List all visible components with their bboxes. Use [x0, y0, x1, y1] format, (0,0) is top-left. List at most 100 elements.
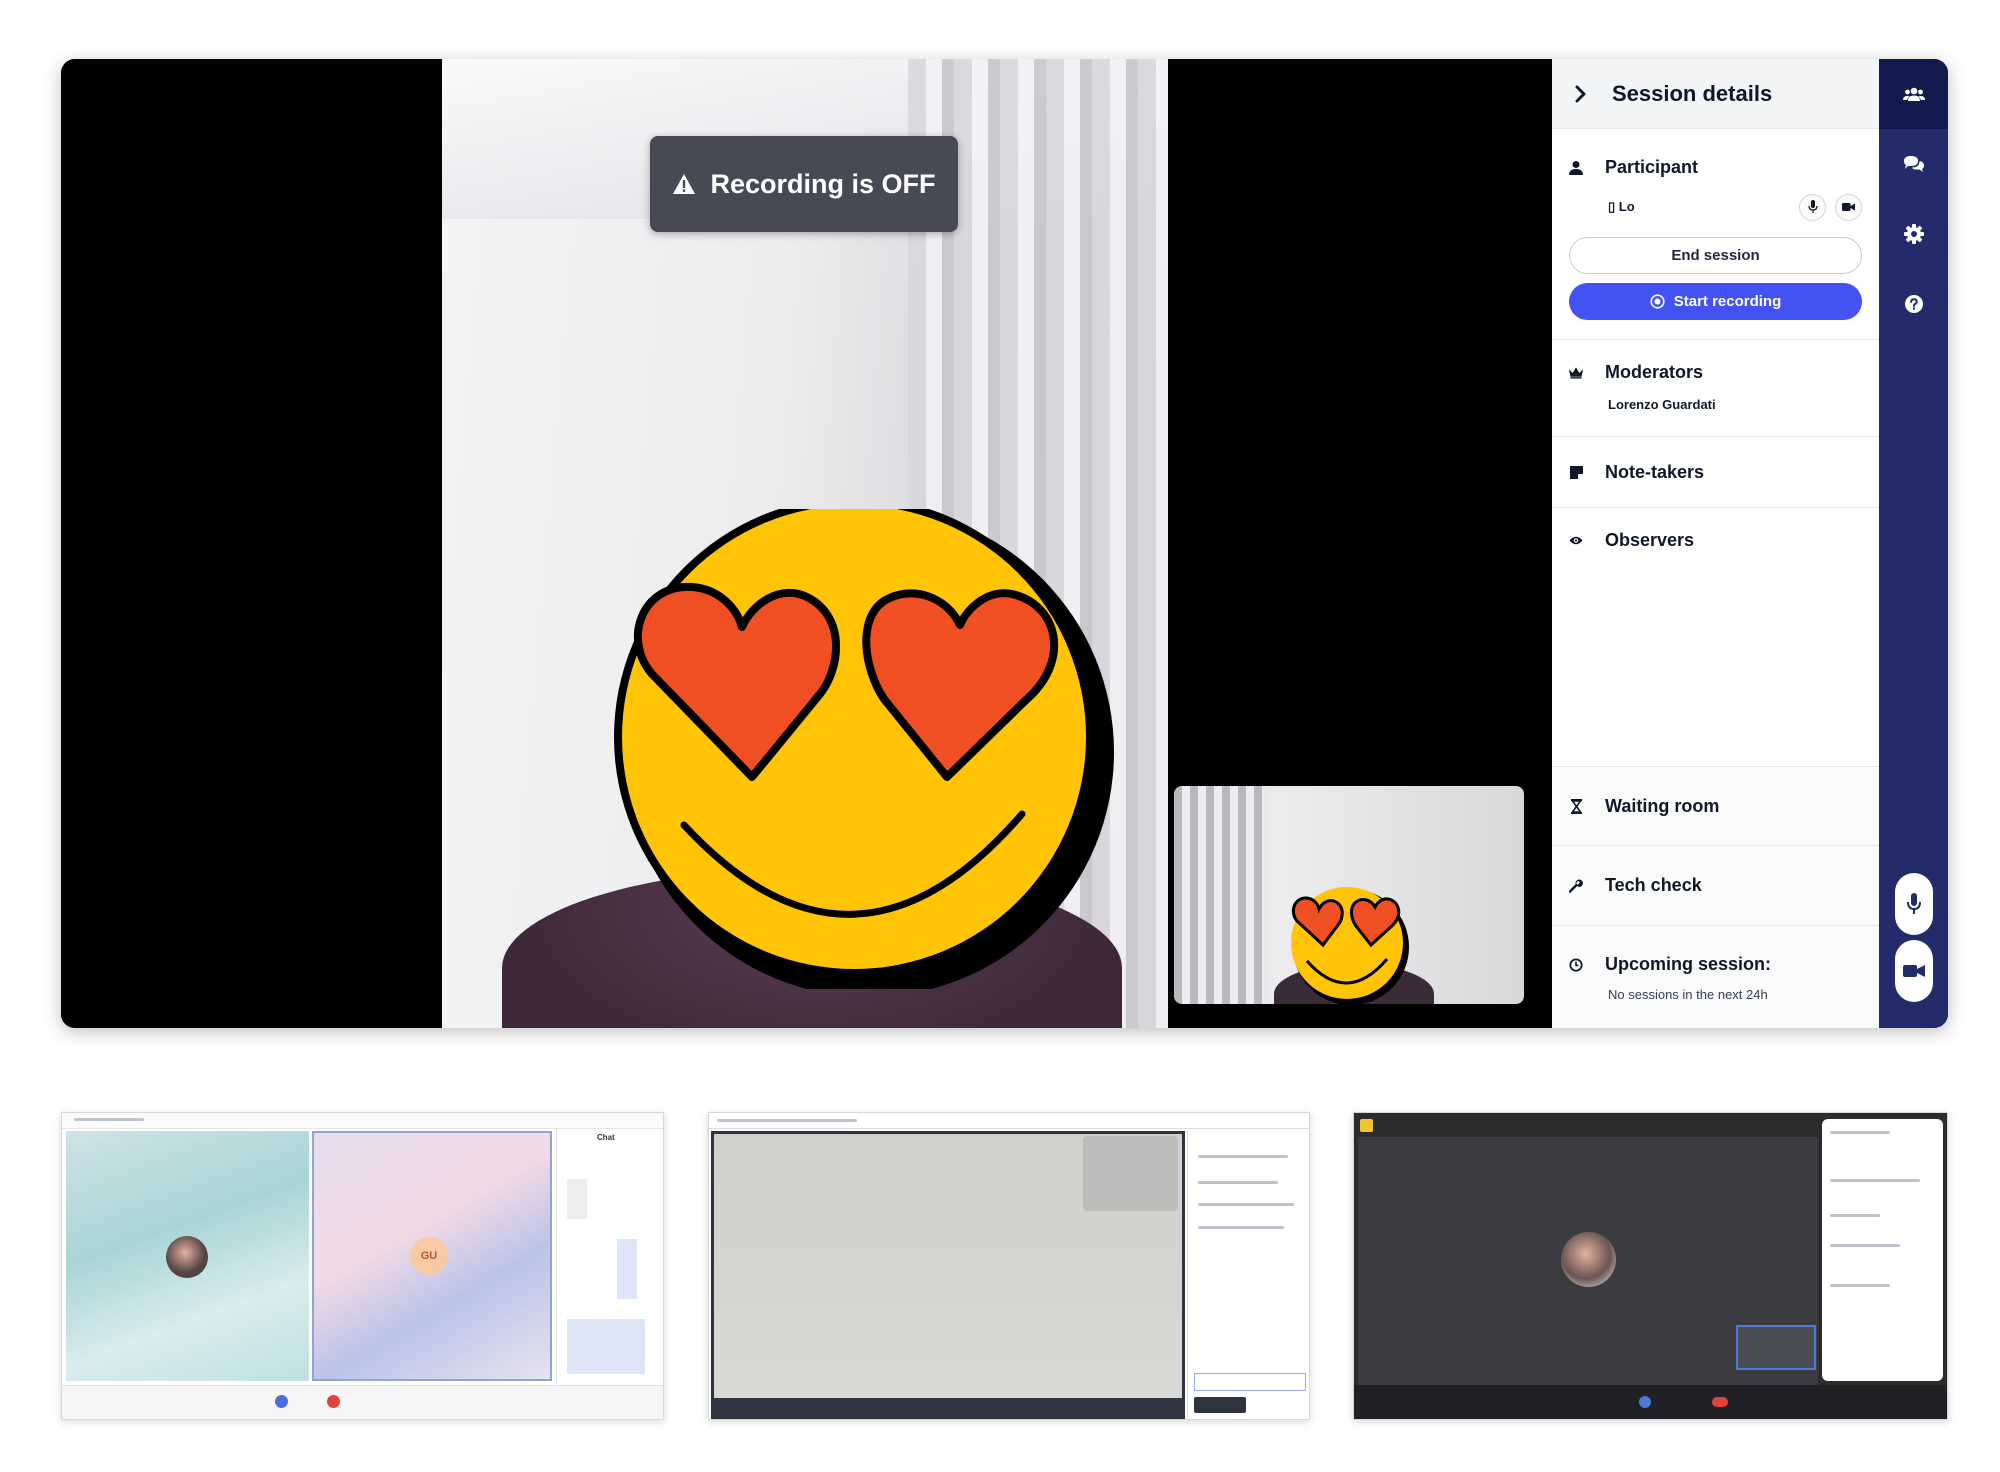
thumb2-panel-line-2 [1198, 1181, 1278, 1184]
thumb1-leave-button [327, 1395, 340, 1408]
warning-icon [673, 174, 696, 194]
rail-camera-button[interactable] [1895, 940, 1933, 1002]
rail-mic-button[interactable] [1895, 873, 1933, 935]
recording-status-banner: Recording is OFF [650, 136, 958, 232]
crown-icon [1569, 366, 1583, 379]
self-view-curtain [1174, 786, 1264, 1004]
thumb3-panel-line-1 [1830, 1131, 1890, 1134]
thumb2-self-view [1083, 1136, 1178, 1211]
tech-check-title: Tech check [1605, 875, 1702, 895]
chevron-right-icon[interactable] [1574, 85, 1588, 103]
participant-camera-button[interactable] [1835, 193, 1862, 221]
chat-icon [1903, 156, 1924, 172]
heart-eyes-emoji-small [1291, 887, 1409, 1004]
thumb1-chat-message [567, 1179, 587, 1219]
thumb1-initials: GU [420, 1250, 438, 1262]
thumb3-avatar [1561, 1232, 1616, 1287]
person-icon [1569, 160, 1583, 175]
rail-help-button[interactable] [1879, 269, 1948, 339]
thumb2-panel-line-4 [1198, 1226, 1284, 1229]
wrench-icon [1569, 879, 1583, 893]
thumb1-chat-reply [617, 1239, 637, 1299]
self-view-video [1174, 786, 1524, 1004]
thumb2-panel-line-3 [1198, 1203, 1294, 1206]
microphone-icon [1807, 200, 1818, 213]
right-rail [1879, 59, 1948, 1028]
video-stage: Recording is OFF [61, 59, 1552, 1028]
thumb3-end-call-button [1712, 1397, 1728, 1407]
thumb2-input [1194, 1373, 1306, 1391]
start-recording-label: Start recording [1673, 293, 1782, 310]
start-recording-button[interactable]: Start recording [1569, 283, 1862, 320]
thumb1-chat-pane: Chat [556, 1129, 663, 1385]
recording-status-text: Recording is OFF [710, 168, 936, 199]
hourglass-icon [1570, 798, 1582, 814]
upcoming-session-note: No sessions in the next 24h [1608, 987, 1768, 1002]
waiting-room-section[interactable]: Waiting room [1552, 766, 1879, 846]
heart-eyes-emoji-mask [614, 509, 1114, 989]
thumb1-title-line [74, 1118, 144, 1121]
microphone-icon [1907, 893, 1921, 914]
thumb1-top-bar [62, 1113, 663, 1129]
note-takers-section[interactable]: Note-takers [1552, 437, 1879, 508]
thumb2-title-line [717, 1119, 857, 1122]
moderators-section: Moderators Lorenzo Guardati [1552, 340, 1879, 437]
thumb1-chat-long-reply [567, 1319, 645, 1374]
session-panel-title: Session details [1612, 80, 1773, 106]
thumb3-panel-line-3 [1830, 1214, 1880, 1217]
thumb3-control-bar [1354, 1385, 1947, 1419]
thumbnail-teams-call[interactable]: GU Chat [61, 1112, 664, 1420]
session-panel-header: Session details [1552, 59, 1879, 129]
thumbnail-browser-call[interactable] [708, 1112, 1310, 1420]
thumb3-camera-button [1639, 1396, 1651, 1408]
thumb1-chat-title: Chat [597, 1133, 615, 1142]
session-details-panel: Session details Participant ▯ Lo End ses… [1552, 59, 1879, 1028]
camera-icon [1903, 965, 1925, 977]
rail-chat-button[interactable] [1879, 129, 1948, 199]
thumb1-initials-avatar: GU [410, 1237, 448, 1275]
thumb2-panel-line-1 [1198, 1155, 1288, 1158]
clock-icon [1569, 957, 1583, 972]
observers-section[interactable]: Observers [1552, 508, 1879, 766]
thumbnail-dark-call[interactable] [1353, 1112, 1948, 1420]
thumb2-video-area [711, 1131, 1185, 1401]
upcoming-session-section: Upcoming session: No sessions in the nex… [1552, 926, 1879, 1028]
gear-icon [1903, 224, 1924, 244]
participant-name: ▯ Lo [1608, 199, 1635, 214]
participant-title: Participant [1605, 157, 1699, 177]
thumb1-avatar [166, 1236, 208, 1278]
participant-mic-button[interactable] [1799, 193, 1826, 221]
waiting-room-title: Waiting room [1605, 795, 1720, 816]
end-session-label: End session [1671, 247, 1760, 264]
thumb3-side-panel [1822, 1119, 1943, 1381]
participant-section: Participant ▯ Lo End session Start recor… [1552, 129, 1879, 340]
video-call-window: Recording is OFF Session details Partici… [61, 59, 1948, 1028]
rail-settings-button[interactable] [1879, 199, 1948, 269]
thumb3-panel-line-4 [1830, 1244, 1900, 1247]
eye-icon [1569, 536, 1583, 545]
thumb1-mic-button [275, 1395, 288, 1408]
upcoming-session-title: Upcoming session: [1605, 954, 1772, 974]
participant-list-item: ▯ Lo [1569, 192, 1862, 222]
observers-title: Observers [1605, 530, 1695, 550]
moderators-title: Moderators [1605, 362, 1704, 382]
note-takers-title: Note-takers [1605, 461, 1705, 482]
thumb1-toolbar [62, 1385, 663, 1419]
thumb3-panel-line-5 [1830, 1284, 1890, 1287]
participants-icon [1902, 87, 1925, 101]
thumb3-panel-line-2 [1830, 1179, 1920, 1182]
thumb2-control-bar [711, 1401, 1185, 1419]
camera-icon [1842, 203, 1855, 211]
moderator-name: Lorenzo Guardati [1608, 397, 1716, 412]
end-session-button[interactable]: End session [1569, 237, 1862, 274]
thumb3-video-area [1358, 1137, 1818, 1385]
record-icon [1650, 294, 1665, 309]
help-icon [1904, 295, 1923, 313]
thumb2-side-panel [1187, 1131, 1309, 1419]
note-icon [1569, 465, 1583, 479]
thumb2-send-button [1194, 1397, 1246, 1413]
rail-participants-button[interactable] [1879, 59, 1948, 129]
thumb3-self-view [1736, 1325, 1816, 1370]
thumb3-app-badge [1360, 1119, 1373, 1132]
tech-check-section[interactable]: Tech check [1552, 846, 1879, 926]
